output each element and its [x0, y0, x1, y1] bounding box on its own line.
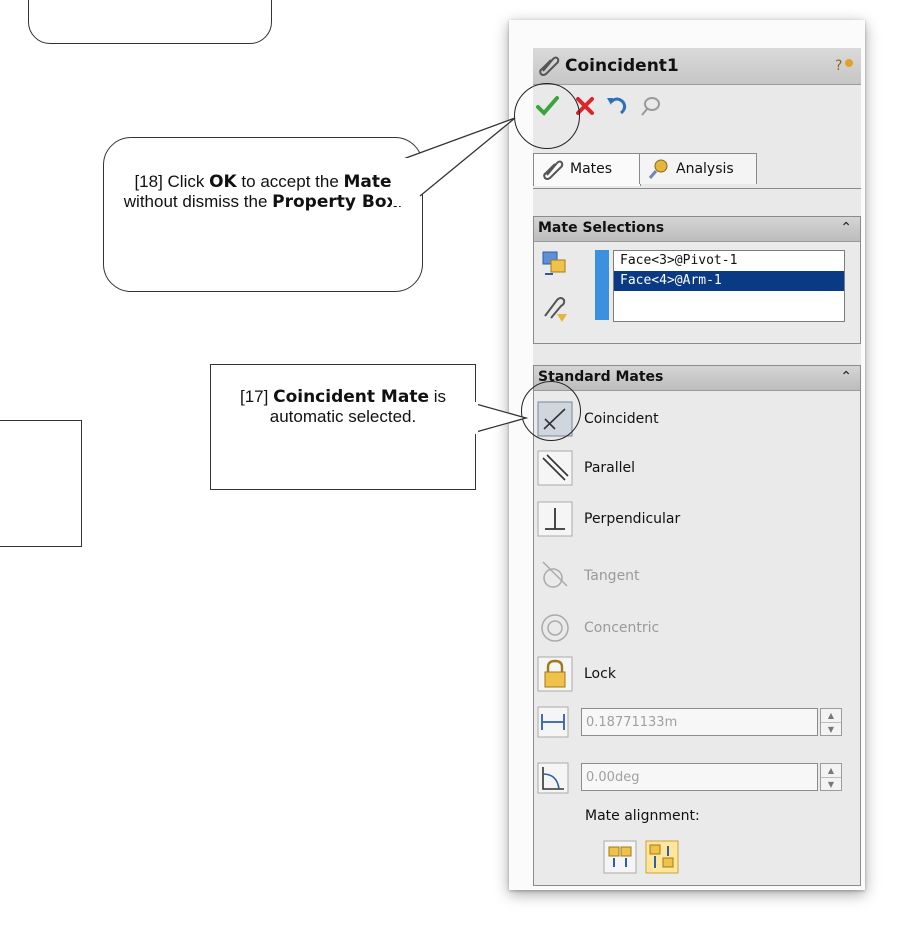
distance-icon[interactable] [537, 706, 569, 738]
mate-label: Perpendicular [584, 511, 681, 527]
mate-selections-header[interactable]: Mate Selections ⌃ [534, 217, 860, 242]
mate-alignment-label: Mate alignment: [585, 808, 700, 824]
callout-step-18: [18] Click OK to accept the Mate without… [103, 137, 423, 292]
distance-stepper[interactable]: ▲ ▼ [820, 708, 842, 736]
entities-to-mate-icon [542, 251, 566, 275]
anti-aligned-icon[interactable] [645, 840, 679, 874]
callout-left-partial: ntric matic [0, 420, 82, 547]
list-item[interactable]: Face<3>@Pivot-1 [614, 251, 844, 271]
mate-option-coincident[interactable]: Coincident [537, 401, 837, 439]
svg-text:?: ? [835, 58, 842, 74]
pushpin-icon[interactable] [637, 92, 665, 120]
tab-analysis-label: Analysis [676, 161, 734, 177]
mate-clip-icon [539, 56, 560, 76]
tab-mates[interactable]: Mates [533, 153, 641, 186]
tab-analysis[interactable]: Analysis [639, 153, 757, 184]
mate-option-perpendicular[interactable]: Perpendicular [537, 501, 837, 539]
page-title: Coincident1 [565, 56, 679, 76]
tab-bar: Mates Analysis [533, 143, 861, 187]
mate-label: Coincident [584, 411, 659, 427]
callout-top-partial [28, 0, 272, 44]
spin-down-icon[interactable]: ▼ [821, 722, 841, 736]
tab-divider [533, 188, 861, 189]
mate-option-parallel[interactable]: Parallel [537, 450, 837, 488]
spin-down-icon[interactable]: ▼ [821, 777, 841, 791]
angle-input[interactable]: 0.00deg [581, 763, 818, 791]
mate-option-tangent[interactable]: Tangent [537, 558, 837, 596]
perpendicular-icon[interactable] [537, 501, 573, 537]
aligned-icon[interactable] [603, 840, 637, 874]
angle-stepper[interactable]: ▲ ▼ [820, 763, 842, 791]
concentric-icon[interactable] [537, 610, 573, 646]
mate-selections-title: Mate Selections [538, 220, 665, 236]
property-manager: Coincident1 ? Mates Analysis Mate Select… [533, 48, 861, 886]
angle-icon[interactable] [537, 762, 569, 794]
mate-label: Tangent [584, 568, 640, 584]
list-item-selected[interactable]: Face<4>@Arm-1 [614, 271, 844, 291]
ok-highlight-circle [514, 83, 580, 149]
collapse-chevron-icon[interactable]: ⌃ [840, 369, 852, 385]
standard-mates-header[interactable]: Standard Mates ⌃ [534, 366, 860, 391]
mate-label: Concentric [584, 620, 660, 636]
analysis-icon [648, 159, 668, 179]
lock-icon[interactable] [537, 656, 573, 692]
distance-input[interactable]: 0.18771133m [581, 708, 818, 736]
help-icon[interactable]: ? [833, 55, 855, 75]
undo-icon[interactable] [603, 92, 631, 120]
mates-icon [543, 160, 564, 180]
mate-reference-icon[interactable] [537, 290, 573, 326]
callout-step-17: [17] Coincident Mate is automatic select… [210, 364, 476, 490]
spin-up-icon[interactable]: ▲ [821, 764, 841, 777]
selection-accent-bar [595, 250, 609, 320]
tab-mates-label: Mates [570, 161, 613, 177]
spin-up-icon[interactable]: ▲ [821, 709, 841, 722]
title-bar: Coincident1 ? [533, 48, 861, 85]
tangent-icon[interactable] [537, 558, 573, 594]
collapse-chevron-icon[interactable]: ⌃ [840, 220, 852, 236]
mate-selections-list[interactable]: Face<3>@Pivot-1 Face<4>@Arm-1 [613, 250, 845, 322]
parallel-icon[interactable] [537, 450, 573, 486]
mate-label: Lock [584, 666, 616, 682]
mate-label: Parallel [584, 460, 636, 476]
mate-option-concentric[interactable]: Concentric [537, 610, 837, 648]
coincident-highlight-circle [521, 381, 581, 441]
mate-option-lock[interactable]: Lock [537, 656, 837, 694]
